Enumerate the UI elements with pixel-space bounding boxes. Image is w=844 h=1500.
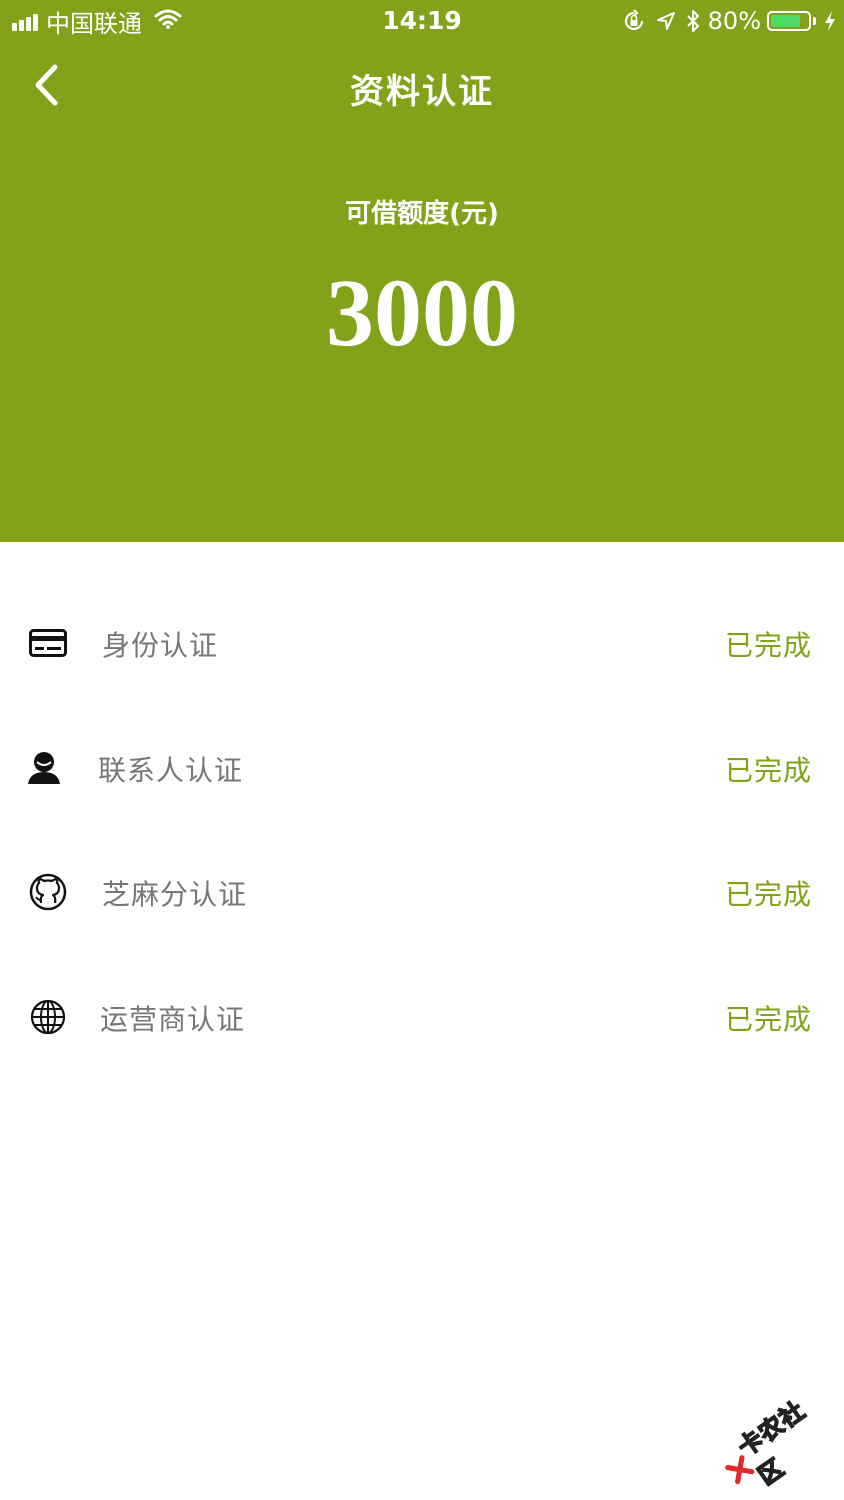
verification-status: 已完成 — [724, 1002, 812, 1036]
id-card-icon — [28, 623, 68, 663]
charging-bolt-icon — [824, 10, 836, 32]
orientation-lock-icon — [622, 9, 646, 33]
status-bar: 中国联通 14:19 80% — [0, 0, 844, 44]
verification-status: 已完成 — [724, 629, 812, 662]
contact-person-icon — [24, 748, 64, 788]
verification-label: 运营商认证 — [100, 1002, 246, 1036]
status-bar-right: 80% — [612, 6, 836, 36]
watermark: 卡农社区 — [710, 1385, 840, 1500]
battery-icon — [767, 11, 811, 31]
navigation-bar: 资料认证 — [0, 50, 844, 120]
verification-item-zhima-score[interactable]: 芝麻分认证 已完成 — [0, 829, 844, 954]
credit-limit-amount: 3000 — [326, 259, 518, 366]
verification-item-carrier[interactable]: 运营商认证 已完成 — [0, 954, 844, 1079]
verification-item-identity[interactable]: 身份认证 已完成 — [0, 580, 844, 705]
battery-level-fill — [771, 15, 800, 27]
credit-limit-label: 可借额度(元) — [345, 199, 499, 229]
location-arrow-icon — [656, 11, 676, 31]
verification-status: 已完成 — [724, 878, 812, 911]
page: 中国联通 14:19 80% 资料认证 可借额度(元) 3000 身份认证 已完… — [0, 0, 844, 1500]
verification-list: 身份认证 已完成 联系人认证 已完成 芝麻分认证 已完成 运营商认证 已完成 — [0, 580, 844, 1078]
verification-label: 联系人认证 — [98, 753, 244, 787]
battery-percent: 80% — [707, 7, 761, 35]
header-banner: 中国联通 14:19 80% 资料认证 可借额度(元) 3000 — [0, 0, 844, 542]
github-icon — [28, 872, 68, 912]
verification-label: 身份认证 — [102, 629, 219, 662]
battery-cap — [813, 17, 816, 25]
bluetooth-icon — [686, 9, 700, 33]
verification-label: 芝麻分认证 — [102, 878, 248, 911]
verification-item-contacts[interactable]: 联系人认证 已完成 — [0, 705, 844, 830]
globe-icon — [28, 997, 68, 1037]
page-title: 资料认证 — [350, 72, 494, 112]
verification-status: 已完成 — [724, 753, 812, 787]
